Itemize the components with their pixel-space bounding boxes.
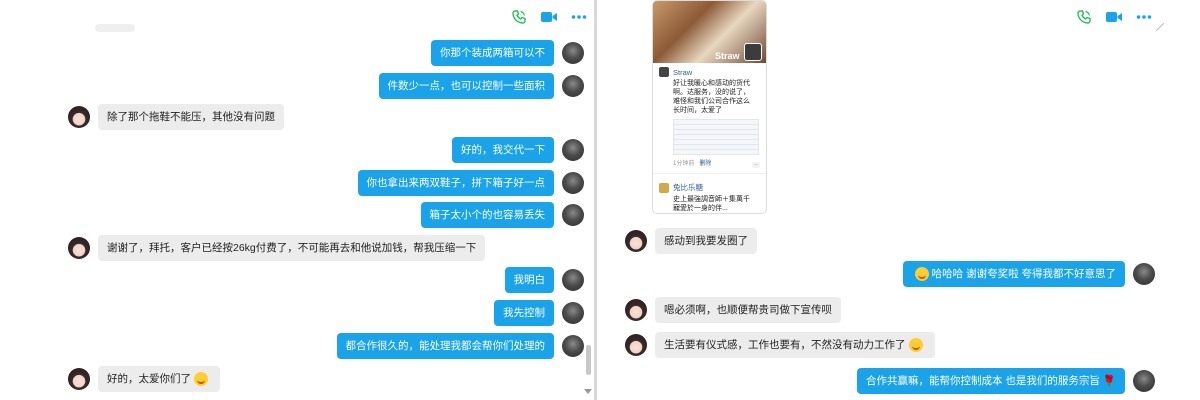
message-bubble[interactable]: 除了那个拖鞋不能压，其他没有问题 [98, 104, 284, 130]
chat-message: 好的，我交代一下 [452, 137, 584, 163]
laughing-emoji-icon [914, 267, 929, 282]
chat-message: 哈哈哈 谢谢夸奖啦 夸得我都不好意思了 [902, 261, 1155, 288]
moments-cover-photo: Straw [653, 1, 766, 63]
post-author: Straw [673, 67, 693, 77]
post-author: 兔比乐糖 [673, 183, 703, 192]
message-bubble[interactable]: 感动到我要发圈了 [655, 228, 757, 254]
message-text: 生活要有仪式感，工作也要有，不然没有动力工作了 [664, 339, 906, 351]
moments-post: 兔比乐糖 史上最強調音師＋集萬千 寵愛於一身的伴... [653, 173, 766, 213]
post-delete-link: 删除 [699, 161, 712, 167]
chat-message: 都合作很久的，能处理我都会帮你们处理的 [336, 333, 584, 359]
avatar[interactable] [562, 42, 584, 64]
chat-message: 感动到我要发圈了 [625, 228, 757, 254]
avatar[interactable] [68, 368, 90, 391]
avatar[interactable] [625, 230, 647, 252]
avatar[interactable] [562, 335, 584, 357]
avatar[interactable] [562, 139, 584, 161]
chat-message: 谢谢了，拜托，客户已经按26kg付费了，不可能再去和他说加钱，帮我压缩一下 [68, 235, 486, 261]
more-options-icon[interactable] [570, 8, 588, 26]
collapse-corner-icon[interactable] [1155, 22, 1165, 32]
chat-header-actions [1075, 8, 1153, 26]
avatar[interactable] [562, 269, 584, 291]
post-text: 好让我暖心和感动的货代 啊。达服务，没的说了， 难怪和我们公司合作这么 长时间，… [673, 80, 750, 114]
avatar[interactable] [68, 106, 90, 128]
chat-message: 除了那个拖鞋不能压，其他没有问题 [68, 104, 284, 130]
post-image-thumbnail [673, 119, 759, 155]
avatar [659, 67, 669, 77]
moments-post: Straw 好让我暖心和感动的货代 啊。达服务，没的说了， 难怪和我们公司合作这… [653, 63, 766, 168]
chat-message: 合作共赢嘛，能帮你控制成本 也是我们的服务宗旨 🌹 [857, 368, 1155, 394]
post-text: 史上最強調音師＋集萬千 寵愛於一身的伴... [673, 196, 750, 212]
more-options-icon[interactable] [1135, 8, 1153, 26]
avatar[interactable] [625, 334, 647, 357]
rose-emoji-icon: 🌹 [1102, 375, 1116, 387]
message-bubble[interactable]: 生活要有仪式感，工作也要有，不然没有动力工作了 [655, 332, 935, 359]
avatar[interactable] [625, 299, 647, 321]
message-text: 哈哈哈 谢谢夸奖啦 夸得我都不好意思了 [931, 268, 1116, 280]
message-bubble[interactable]: 嗯必须啊，也顺便帮贵司做下宣传呗 [655, 297, 841, 323]
avatar[interactable] [562, 75, 584, 97]
chat-message: 生活要有仪式感，工作也要有，不然没有动力工作了 [625, 332, 935, 359]
message-bubble[interactable]: 好的，我交代一下 [452, 137, 554, 163]
avatar[interactable] [68, 237, 90, 259]
message-bubble[interactable]: 好的，太爱你们了 [98, 366, 220, 393]
chat-pane-left: 你那个装成两箱可以不 件数少一点，也可以控制一些面积 除了那个拖鞋不能压，其他没… [0, 0, 594, 400]
chat-header-actions [510, 8, 588, 26]
smile-emoji-icon [194, 372, 208, 387]
scrollbar-thumb[interactable] [586, 345, 591, 375]
message-bubble[interactable]: 谢谢了，拜托，客户已经按26kg付费了，不可能再去和他说加钱，帮我压缩一下 [98, 235, 486, 261]
video-call-icon[interactable] [1105, 8, 1123, 26]
chat-message: 我先控制 [494, 300, 584, 326]
video-call-icon[interactable] [540, 8, 558, 26]
message-bubble[interactable]: 我先控制 [494, 300, 554, 326]
phone-call-icon[interactable] [510, 8, 528, 26]
scroll-down-arrow-icon[interactable] [584, 386, 592, 394]
chat-message: 我明白 [504, 267, 584, 293]
grin-emoji-icon [908, 338, 923, 353]
chat-message: 你那个装成两箱可以不 [431, 40, 584, 66]
post-more-button: ·· [752, 162, 760, 168]
avatar [744, 43, 762, 61]
avatar[interactable] [1133, 263, 1155, 286]
partial-message-stub [95, 24, 135, 32]
avatar [659, 182, 669, 193]
cover-name-label: Straw [715, 51, 740, 61]
message-bubble[interactable]: 合作共赢嘛，能帮你控制成本 也是我们的服务宗旨 🌹 [857, 368, 1125, 394]
avatar[interactable] [562, 302, 584, 324]
chat-message: 件数少一点，也可以控制一些面积 [378, 73, 584, 99]
avatar[interactable] [562, 172, 584, 194]
chat-message: 你也拿出来两双鞋子，拼下箱子好一点 [357, 170, 584, 196]
moments-screenshot-card[interactable]: Straw Straw 好让我暖心和感动的货代 啊。达服务，没的说了， 难怪和我… [652, 0, 767, 214]
message-bubble[interactable]: 哈哈哈 谢谢夸奖啦 夸得我都不好意思了 [902, 261, 1125, 288]
chat-message: 嗯必须啊，也顺便帮贵司做下宣传呗 [625, 297, 841, 323]
message-bubble[interactable]: 你那个装成两箱可以不 [431, 40, 554, 66]
avatar[interactable] [1133, 370, 1155, 392]
message-text: 好的，太爱你们了 [107, 373, 191, 385]
phone-call-icon[interactable] [1075, 8, 1093, 26]
avatar[interactable] [562, 204, 584, 226]
message-bubble[interactable]: 我明白 [504, 267, 554, 293]
chat-message: 好的，太爱你们了 [68, 366, 220, 393]
post-time: 1分钟前 [673, 161, 695, 167]
message-bubble[interactable]: 都合作很久的，能处理我都会帮你们处理的 [336, 333, 554, 359]
message-bubble[interactable]: 件数少一点，也可以控制一些面积 [378, 73, 554, 99]
message-bubble[interactable]: 箱子太小个的也容易丢失 [420, 202, 554, 228]
message-bubble[interactable]: 你也拿出来两双鞋子，拼下箱子好一点 [357, 170, 554, 196]
message-text: 合作共赢嘛，能帮你控制成本 也是我们的服务宗旨 [866, 375, 1100, 387]
chat-message: 箱子太小个的也容易丢失 [420, 202, 584, 228]
